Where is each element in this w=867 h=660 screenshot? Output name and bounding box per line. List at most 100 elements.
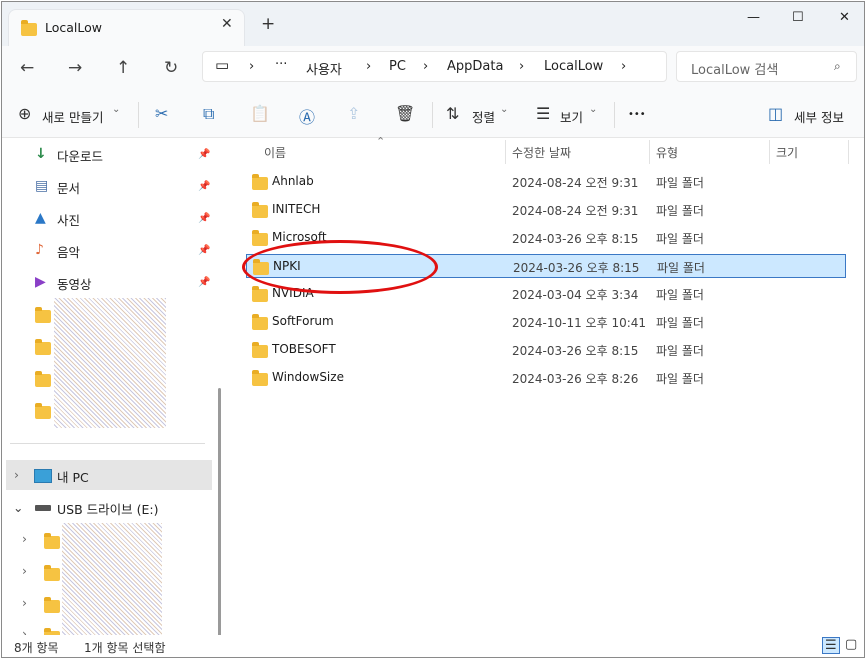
folder-icon [21,20,37,40]
search-icon: ⌕ [834,59,841,73]
download-icon: ↓ [35,146,47,162]
sidebar-item-label: 내 PC [57,470,89,485]
file-row-softforum[interactable]: SoftForum 2024-10-11 오후 10:41 파일 폴더 [246,310,846,334]
file-row-nvidia[interactable]: NVIDIA 2024-03-04 오후 3:34 파일 폴더 [246,282,846,306]
folder-icon [252,174,268,194]
forward-button[interactable]: → [68,58,82,78]
details-button[interactable]: 세부 정보 [794,107,844,126]
collapse-icon[interactable]: ⌄ [13,500,23,515]
pin-icon[interactable]: 📌 [198,245,210,256]
folder-icon [252,370,268,390]
file-row-initech[interactable]: INITECH 2024-08-24 오전 9:31 파일 폴더 [246,198,846,222]
file-name: WindowSize [272,370,344,384]
column-divider[interactable] [769,140,770,164]
sidebar-scrollbar[interactable] [218,388,221,657]
sidebar-item-label: 사진 [57,213,81,228]
search-input[interactable]: LocalLow 검색 [691,59,778,78]
column-divider[interactable] [649,140,650,164]
paste-icon[interactable]: 📋 [250,104,270,123]
file-date: 2024-03-26 오후 8:26 [512,372,639,386]
refresh-button[interactable]: ↻ [164,58,178,78]
music-icon: ♪ [35,242,44,258]
pin-icon[interactable]: 📌 [198,149,210,160]
new-button[interactable]: 새로 만들기 [42,107,103,126]
divider [614,102,615,128]
address-bar[interactable]: ▭ › ··· 사용자 › PC › AppData › LocalLow › [202,51,667,82]
expand-icon[interactable]: › [22,595,27,610]
sidebar-item-label: 다운로드 [57,149,104,164]
folder-icon [35,403,51,423]
file-type: 파일 폴더 [657,261,705,275]
maximize-button[interactable]: ☐ [792,10,804,25]
close-window-button[interactable]: ✕ [839,10,850,25]
close-tab-icon[interactable]: ✕ [221,16,233,32]
sidebar-item-label: 음악 [57,245,81,260]
file-row-ahnlab[interactable]: Ahnlab 2024-08-24 오전 9:31 파일 폴더 [246,170,846,194]
file-row-npki[interactable]: NPKI 2024-03-26 오후 8:15 파일 폴더 [246,254,846,278]
breadcrumb-users[interactable]: 사용자 [306,59,342,78]
column-divider[interactable] [848,140,849,164]
file-row-tobesoft[interactable]: TOBESOFT 2024-03-26 오후 8:15 파일 폴더 [246,338,846,362]
folder-icon [35,371,51,391]
folder-icon [44,565,60,585]
breadcrumb-separator[interactable]: › [519,59,524,74]
file-type: 파일 폴더 [656,344,704,358]
minimize-button[interactable]: — [747,10,760,25]
file-date: 2024-08-24 오전 9:31 [512,176,639,190]
folder-icon [252,202,268,222]
search-box[interactable]: LocalLow 검색 ⌕ [676,51,857,82]
details-pane-icon: ◫ [768,104,784,123]
new-tab-button[interactable]: + [261,14,275,34]
column-divider[interactable] [505,140,506,164]
breadcrumb-separator[interactable]: › [366,59,371,74]
file-name: TOBESOFT [272,342,336,356]
file-type: 파일 폴더 [656,176,704,190]
breadcrumb-appdata[interactable]: AppData [447,59,503,74]
tiles-view-button[interactable]: ▢ [845,637,857,652]
rename-icon[interactable]: Ⓐ [299,104,315,128]
breadcrumb-separator[interactable]: › [621,59,626,74]
breadcrumb-locallow[interactable]: LocalLow [544,59,603,74]
folder-icon [252,230,268,250]
pictures-icon: ▲ [35,210,46,226]
breadcrumb-separator[interactable]: › [249,59,254,74]
column-modified[interactable]: 수정한 날짜 [512,144,571,161]
add-icon: ⊕ [18,104,32,123]
breadcrumb-separator[interactable]: › [423,59,428,74]
column-size[interactable]: 크기 [776,144,798,161]
view-button[interactable]: 보기 [560,107,583,126]
column-name[interactable]: 이름 [264,144,286,161]
column-type[interactable]: 유형 [656,144,678,161]
folder-icon [44,597,60,617]
delete-icon[interactable]: 🗑 [395,104,415,123]
computer-icon [34,469,52,483]
back-button[interactable]: ← [20,58,34,78]
up-button[interactable]: ↑ [116,58,130,78]
breadcrumb-pc[interactable]: PC [389,59,406,74]
pin-icon[interactable]: 📌 [198,213,210,224]
sidebar-item-label: 문서 [57,181,81,196]
file-row-windowsize[interactable]: WindowSize 2024-03-26 오후 8:26 파일 폴더 [246,366,846,390]
share-icon[interactable]: ⇪ [347,104,360,123]
sort-button[interactable]: 정렬 [472,107,495,126]
breadcrumb-more[interactable]: ··· [275,57,287,72]
cut-icon[interactable]: ✂ [155,104,168,123]
details-view-button[interactable]: ☰ [822,637,840,654]
file-row-microsoft[interactable]: Microsoft 2024-03-26 오후 8:15 파일 폴더 [246,226,846,250]
folder-icon [252,286,268,306]
expand-icon[interactable]: › [22,563,27,578]
document-icon: ▤ [35,178,49,194]
file-type: 파일 폴더 [656,232,704,246]
chevron-down-icon: ⌄ [589,104,598,115]
file-date: 2024-03-26 오후 8:15 [513,261,640,275]
pin-icon[interactable]: 📌 [198,277,210,288]
sidebar-item-my-pc[interactable]: › 내 PC [6,460,212,490]
pin-icon[interactable]: 📌 [198,181,210,192]
expand-icon[interactable]: › [14,467,19,482]
item-count: 8개 항목 [14,641,59,655]
more-options-button[interactable]: ••• [628,109,646,120]
tab-locallow[interactable]: LocalLow ✕ [8,9,245,46]
copy-icon[interactable]: ⧉ [203,104,214,124]
expand-icon[interactable]: › [22,531,27,546]
redacted-area [54,298,166,428]
